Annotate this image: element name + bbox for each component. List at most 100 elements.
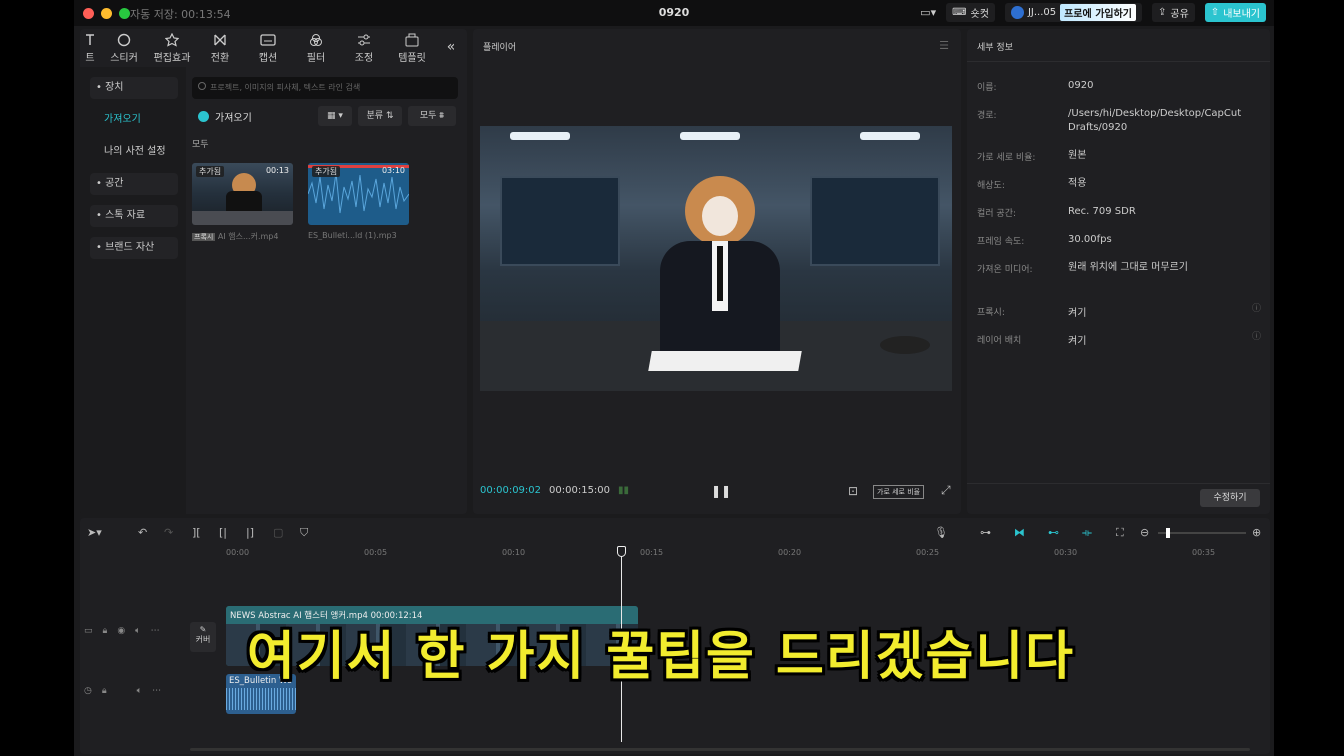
- audio-meter-icon: ▮▮: [618, 485, 630, 496]
- zoom-out-icon[interactable]: ⊖: [1140, 526, 1149, 539]
- collapse-panel-icon[interactable]: «: [436, 29, 466, 67]
- shortcut-button[interactable]: ⌨ 숏컷: [946, 3, 995, 22]
- zoom-in-icon[interactable]: ⊕: [1252, 526, 1261, 539]
- playhead-handle[interactable]: [617, 546, 627, 557]
- ruler-tick: 00:10: [502, 548, 526, 557]
- info-icon[interactable]: ⓘ: [1252, 329, 1261, 342]
- preview-axis-icon[interactable]: ⟛: [1082, 526, 1092, 540]
- lock-icon[interactable]: 🔒︎: [102, 686, 107, 696]
- filter-all-button[interactable]: 모두 ⩩: [408, 106, 456, 126]
- menu-icon[interactable]: ☰: [939, 39, 949, 52]
- redo-icon[interactable]: ↷: [164, 526, 173, 539]
- view-mode-button[interactable]: ▦ ▾: [318, 106, 352, 126]
- split-left-icon[interactable]: [|: [219, 526, 227, 539]
- sidebar-item-stock[interactable]: • 스톡 자료: [90, 205, 178, 227]
- media-sidebar: • 장치 가져오기 나의 사전 설정 • 공간 • 스톡 자료 • 브랜드 자산: [80, 67, 186, 514]
- zoom-handle[interactable]: [1166, 528, 1170, 538]
- undo-icon[interactable]: ↶: [138, 526, 147, 539]
- sort-button[interactable]: 분류 ⇅: [358, 106, 402, 126]
- search-icon: [198, 82, 206, 90]
- detail-label: 경로:: [977, 111, 997, 121]
- lock-icon[interactable]: 🔒︎: [103, 626, 108, 636]
- sidebar-item-device[interactable]: • 장치: [90, 77, 178, 99]
- edit-button[interactable]: 수정하기: [1200, 489, 1260, 507]
- audio-thumbnail: 추가됨 03:10: [308, 163, 409, 225]
- cover-label: 커버: [195, 635, 211, 644]
- tab-adjust[interactable]: 조정: [340, 29, 388, 67]
- proxy-tag: 프록시: [192, 233, 216, 241]
- sidebar-item-import[interactable]: 가져오기: [90, 109, 178, 131]
- detail-value: 30.00fps: [1068, 234, 1112, 245]
- eye-icon[interactable]: ◉: [117, 626, 125, 636]
- zoom-slider[interactable]: [1158, 528, 1246, 538]
- export-button[interactable]: ⇧ 내보내기: [1204, 3, 1266, 22]
- current-time: 00:00:09:02: [480, 485, 542, 496]
- time-ruler: 00:00 00:05 00:10 00:15 00:20 00:25 00:3…: [80, 548, 1270, 560]
- share-button[interactable]: ⇪ 공유: [1152, 3, 1195, 22]
- select-tool-icon[interactable]: ➤▾: [87, 526, 102, 539]
- tab-transitions[interactable]: 전환: [196, 29, 244, 67]
- cover-button[interactable]: ✎ 커버: [190, 622, 216, 652]
- tab-text[interactable]: 트: [80, 29, 100, 67]
- link-icon[interactable]: ⊶: [980, 526, 991, 539]
- share-label: 공유: [1170, 9, 1189, 20]
- ruler-tick: 00:00: [226, 548, 250, 557]
- aspect-ratio-button[interactable]: 가로 세로 비율: [873, 485, 925, 499]
- caption-icon: [260, 34, 276, 46]
- pause-button[interactable]: ❚❚: [711, 484, 731, 498]
- audio-track-header: ◷ 🔒︎ 🔈︎ ⋯: [84, 686, 161, 696]
- layout-icon[interactable]: ▭▾: [920, 6, 936, 19]
- more-icon[interactable]: ⋯: [151, 626, 160, 636]
- media-name: ES_Bulleti...ld (1).mp3: [308, 231, 397, 240]
- shield-icon[interactable]: ⛉: [300, 526, 308, 540]
- import-button[interactable]: 가져오기: [198, 109, 252, 124]
- ruler-tick: 00:05: [364, 548, 388, 557]
- tab-stickers[interactable]: 스티커: [100, 29, 148, 67]
- ruler-tick: 00:35: [1192, 548, 1216, 557]
- timeline-scrollbar[interactable]: [190, 748, 1250, 751]
- tool-tabs: 트 스티커 편집효과 전환 캡션 필터 조정 템플릿 «: [80, 29, 467, 67]
- layer-value[interactable]: 켜기: [1068, 332, 1086, 347]
- sticker-icon: [117, 33, 131, 47]
- media-name-row: 프록시 AI 햄스...커.mp4: [192, 231, 293, 242]
- tab-label: 캡션: [258, 53, 278, 64]
- user-account[interactable]: JJ...05 프로에 가입하기: [1004, 3, 1142, 22]
- fullscreen-icon[interactable]: ⤢: [941, 483, 951, 498]
- sidebar-item-presets[interactable]: 나의 사전 설정: [90, 141, 178, 163]
- tab-captions[interactable]: 캡션: [244, 29, 292, 67]
- microphone-icon[interactable]: 🎙: [934, 526, 948, 539]
- delete-icon[interactable]: ▢: [273, 526, 283, 539]
- sidebar-item-space[interactable]: • 공간: [90, 173, 178, 195]
- fit-icon[interactable]: ⛶: [1116, 526, 1124, 540]
- tab-effects[interactable]: 편집효과: [148, 29, 196, 67]
- duration-label: 03:10: [381, 166, 405, 175]
- proxy-value[interactable]: 켜기: [1068, 304, 1086, 319]
- pro-join-button[interactable]: 프로에 가입하기: [1060, 4, 1136, 21]
- track-video-icon: ▭: [84, 626, 93, 636]
- detail-label: 가로 세로 비율:: [977, 153, 1036, 163]
- detail-value: /Users/hi/Desktop/Desktop/CapCut Drafts/…: [1068, 108, 1242, 133]
- audio-waveform: [226, 688, 296, 710]
- star-icon: [165, 33, 179, 47]
- tab-filters[interactable]: 필터: [292, 29, 340, 67]
- tab-templates[interactable]: 템플릿: [388, 29, 436, 67]
- more-icon[interactable]: ⋯: [152, 686, 161, 696]
- media-name: AI 햄스...커.mp4: [217, 232, 279, 241]
- tab-label: 템플릿: [398, 53, 426, 64]
- magnet-icon[interactable]: ⧓: [1014, 526, 1025, 539]
- media-search-input[interactable]: 프로젝트, 이미지의 피사체, 텍스트 라인 검색: [192, 77, 458, 99]
- details-title: 세부 정보: [977, 43, 1013, 53]
- split-right-icon[interactable]: |]: [246, 526, 254, 539]
- split-icon[interactable]: ][: [192, 526, 201, 539]
- media-item-audio[interactable]: 추가됨 03:10 ES_Bulleti...ld (1).mp3: [308, 163, 409, 240]
- volume-icon[interactable]: 🔈︎: [137, 686, 142, 696]
- volume-icon[interactable]: 🔈︎: [135, 626, 140, 636]
- sidebar-item-brand[interactable]: • 브랜드 자산: [90, 237, 178, 259]
- tab-label: 트: [85, 53, 95, 64]
- media-item-video[interactable]: 추가됨 00:13 프록시 AI 햄스...커.mp4: [192, 163, 293, 242]
- info-icon[interactable]: ⓘ: [1252, 301, 1261, 314]
- screenshot-icon[interactable]: ⊡: [848, 484, 858, 498]
- shortcut-label: 숏컷: [970, 9, 989, 20]
- ruler-tick: 00:30: [1054, 548, 1078, 557]
- snap-icon[interactable]: ⊷: [1048, 526, 1059, 539]
